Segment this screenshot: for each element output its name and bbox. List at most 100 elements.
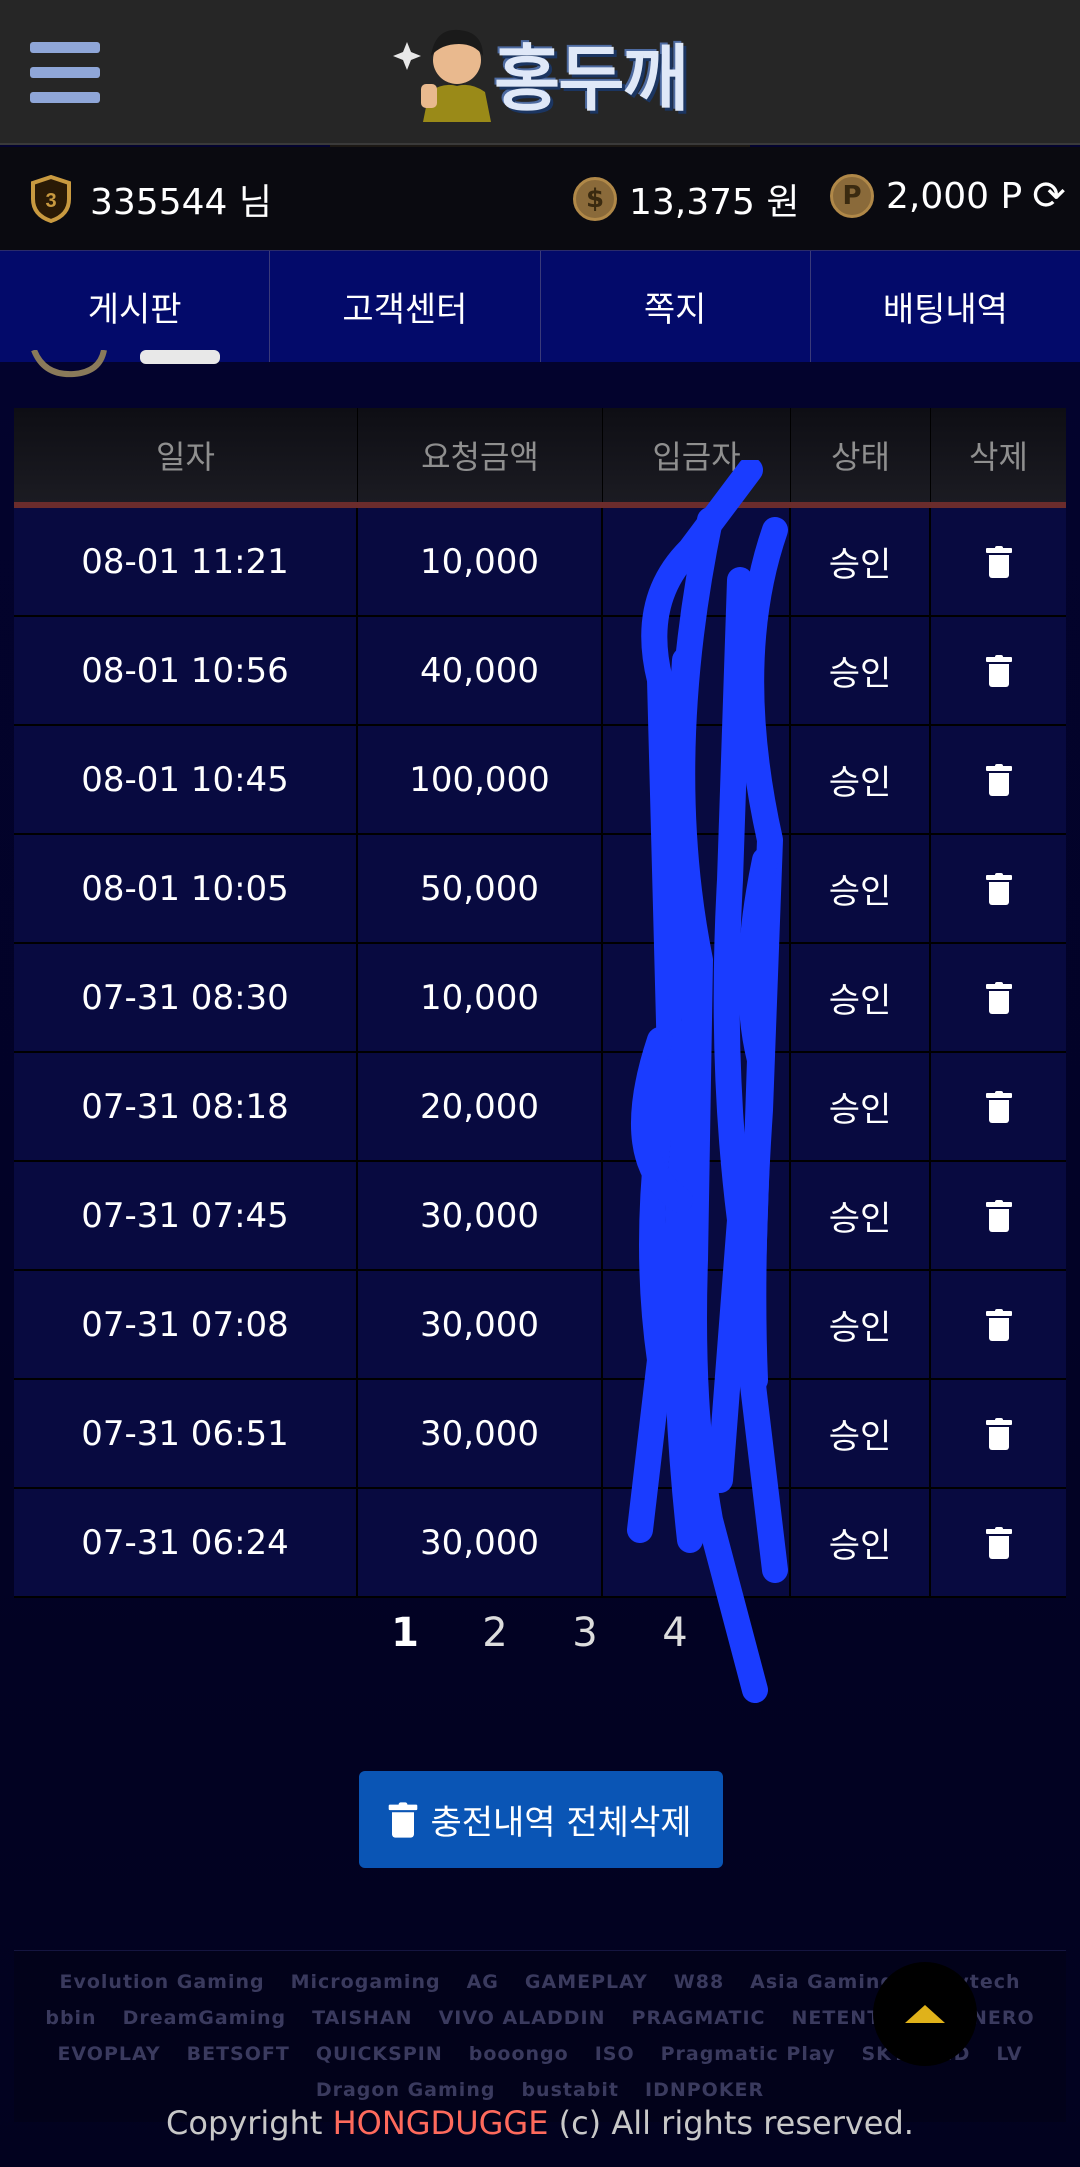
page-3[interactable]: 3 (566, 1610, 604, 1656)
provider-logo: W88 (673, 1971, 725, 1993)
row-delete-button[interactable] (931, 1380, 1066, 1487)
provider-logo: Asia Gaming (750, 1971, 895, 1993)
row-status: 승인 (791, 1489, 931, 1596)
row-status: 승인 (791, 1162, 931, 1269)
nav-customer-center[interactable]: 고객센터 (270, 251, 541, 362)
trash-icon (985, 981, 1012, 1014)
scroll-top-button[interactable] (873, 1962, 977, 2066)
trash-icon (985, 1308, 1012, 1341)
table-row: 07-31 06:24 30,000 승인 (14, 1489, 1066, 1598)
nav-messages[interactable]: 쪽지 (541, 251, 811, 362)
row-status: 승인 (791, 1380, 931, 1487)
table-row: 08-01 11:21 10,000 승인 (14, 508, 1066, 617)
col-date: 일자 (14, 408, 358, 502)
row-date: 07-31 06:24 (14, 1489, 358, 1596)
trash-icon (389, 1801, 418, 1838)
table-header: 일자 요청금액 입금자 상태 삭제 (14, 408, 1066, 508)
provider-logo: Evolution Gaming (59, 1971, 265, 1993)
row-date: 08-01 10:56 (14, 617, 358, 724)
copyright-prefix: Copyright (166, 2104, 333, 2142)
trash-icon (985, 545, 1012, 578)
row-date: 07-31 07:45 (14, 1162, 358, 1269)
arrow-up-icon (905, 2005, 945, 2023)
row-status: 승인 (791, 1053, 931, 1160)
copyright-suffix: (c) All rights reserved. (548, 2104, 914, 2142)
table-row: 08-01 10:05 50,000 승인 (14, 835, 1066, 944)
section-title-partial (31, 350, 220, 378)
provider-logo: LV (996, 2043, 1023, 2065)
row-date: 07-31 08:18 (14, 1053, 358, 1160)
refresh-icon[interactable]: ⟳ (1032, 173, 1066, 219)
delete-all-button[interactable]: 충전내역 전체삭제 (359, 1771, 723, 1868)
provider-logo: IDNPOKER (645, 2079, 765, 2101)
table-row: 08-01 10:45 100,000 승인 (14, 726, 1066, 835)
row-amount: 20,000 (358, 1053, 603, 1160)
row-delete-button[interactable] (931, 835, 1066, 942)
point-coin-icon: P (830, 174, 874, 218)
table-row: 07-31 08:30 10,000 승인 (14, 944, 1066, 1053)
copyright-brand: HONGDUGGE (332, 2104, 549, 2142)
row-date: 08-01 10:05 (14, 835, 358, 942)
row-date: 07-31 08:30 (14, 944, 358, 1051)
provider-logo: TAISHAN (312, 2007, 413, 2029)
site-logo[interactable]: 홍두깨 (385, 22, 689, 122)
app-root: 홍두깨 3 335544 님 $ 13,375 원 P 2,000 P ⟳ 게시… (0, 0, 1080, 2167)
table-body: 08-01 11:21 10,000 승인 08-01 10:56 40,000 승인 08… (14, 508, 1066, 1598)
row-amount: 30,000 (358, 1489, 603, 1596)
row-delete-button[interactable] (931, 1162, 1066, 1269)
page-2[interactable]: 2 (476, 1610, 514, 1656)
menu-icon[interactable] (30, 42, 100, 104)
row-status: 승인 (791, 726, 931, 833)
main-nav: 게시판 고객센터 쪽지 배팅내역 (0, 250, 1080, 362)
provider-logo: EVOPLAY (57, 2043, 161, 2065)
row-delete-button[interactable] (931, 1271, 1066, 1378)
row-delete-button[interactable] (931, 1053, 1066, 1160)
row-status: 승인 (791, 508, 931, 615)
user-level: 3 335544 님 (30, 173, 272, 225)
level-shield-icon: 3 (31, 175, 71, 223)
provider-logo: booongo (468, 2043, 569, 2065)
row-amount: 10,000 (358, 508, 603, 615)
money-coin-icon: $ (573, 177, 617, 221)
trash-icon (985, 1199, 1012, 1232)
row-status: 승인 (791, 835, 931, 942)
col-amount: 요청금액 (358, 408, 603, 502)
provider-logo: VIVO ALADDIN (438, 2007, 606, 2029)
row-date: 08-01 11:21 (14, 508, 358, 615)
provider-logo: ISO (594, 2043, 635, 2065)
row-delete-button[interactable] (931, 944, 1066, 1051)
money-amount: 13,375 원 (629, 182, 800, 223)
row-amount: 40,000 (358, 617, 603, 724)
row-delete-button[interactable] (931, 508, 1066, 615)
trash-icon (985, 1090, 1012, 1123)
trash-icon (985, 763, 1012, 796)
row-status: 승인 (791, 617, 931, 724)
page-1[interactable]: 1 (386, 1610, 424, 1656)
deposit-history-table: 일자 요청금액 입금자 상태 삭제 08-01 11:21 10,000 승인 08-… (14, 408, 1066, 1598)
mascot-icon (385, 22, 500, 122)
row-status: 승인 (791, 1271, 931, 1378)
provider-logo: Dragon Gaming (315, 2079, 496, 2101)
provider-logo: Microgaming (290, 1971, 441, 1993)
provider-logo: QUICKSPIN (315, 2043, 443, 2065)
row-date: 07-31 07:08 (14, 1271, 358, 1378)
row-delete-button[interactable] (931, 617, 1066, 724)
row-delete-button[interactable] (931, 1489, 1066, 1596)
user-status-bar: 3 335544 님 $ 13,375 원 P 2,000 P ⟳ (0, 147, 1080, 250)
col-status: 상태 (791, 408, 931, 502)
row-amount: 30,000 (358, 1380, 603, 1487)
trash-icon (985, 654, 1012, 687)
provider-logo: BETSOFT (186, 2043, 290, 2065)
table-row: 07-31 08:18 20,000 승인 (14, 1053, 1066, 1162)
copyright: Copyright HONGDUGGE (c) All rights reser… (0, 2104, 1080, 2142)
page-4[interactable]: 4 (656, 1610, 694, 1656)
row-amount: 30,000 (358, 1162, 603, 1269)
row-amount: 50,000 (358, 835, 603, 942)
nav-betting-history[interactable]: 배팅내역 (811, 251, 1080, 362)
table-row: 07-31 06:51 30,000 승인 (14, 1380, 1066, 1489)
row-date: 07-31 06:51 (14, 1380, 358, 1487)
row-delete-button[interactable] (931, 726, 1066, 833)
provider-logo: PRAGMATIC (631, 2007, 766, 2029)
nav-board[interactable]: 게시판 (0, 251, 271, 362)
point-amount: 2,000 P (886, 175, 1023, 217)
